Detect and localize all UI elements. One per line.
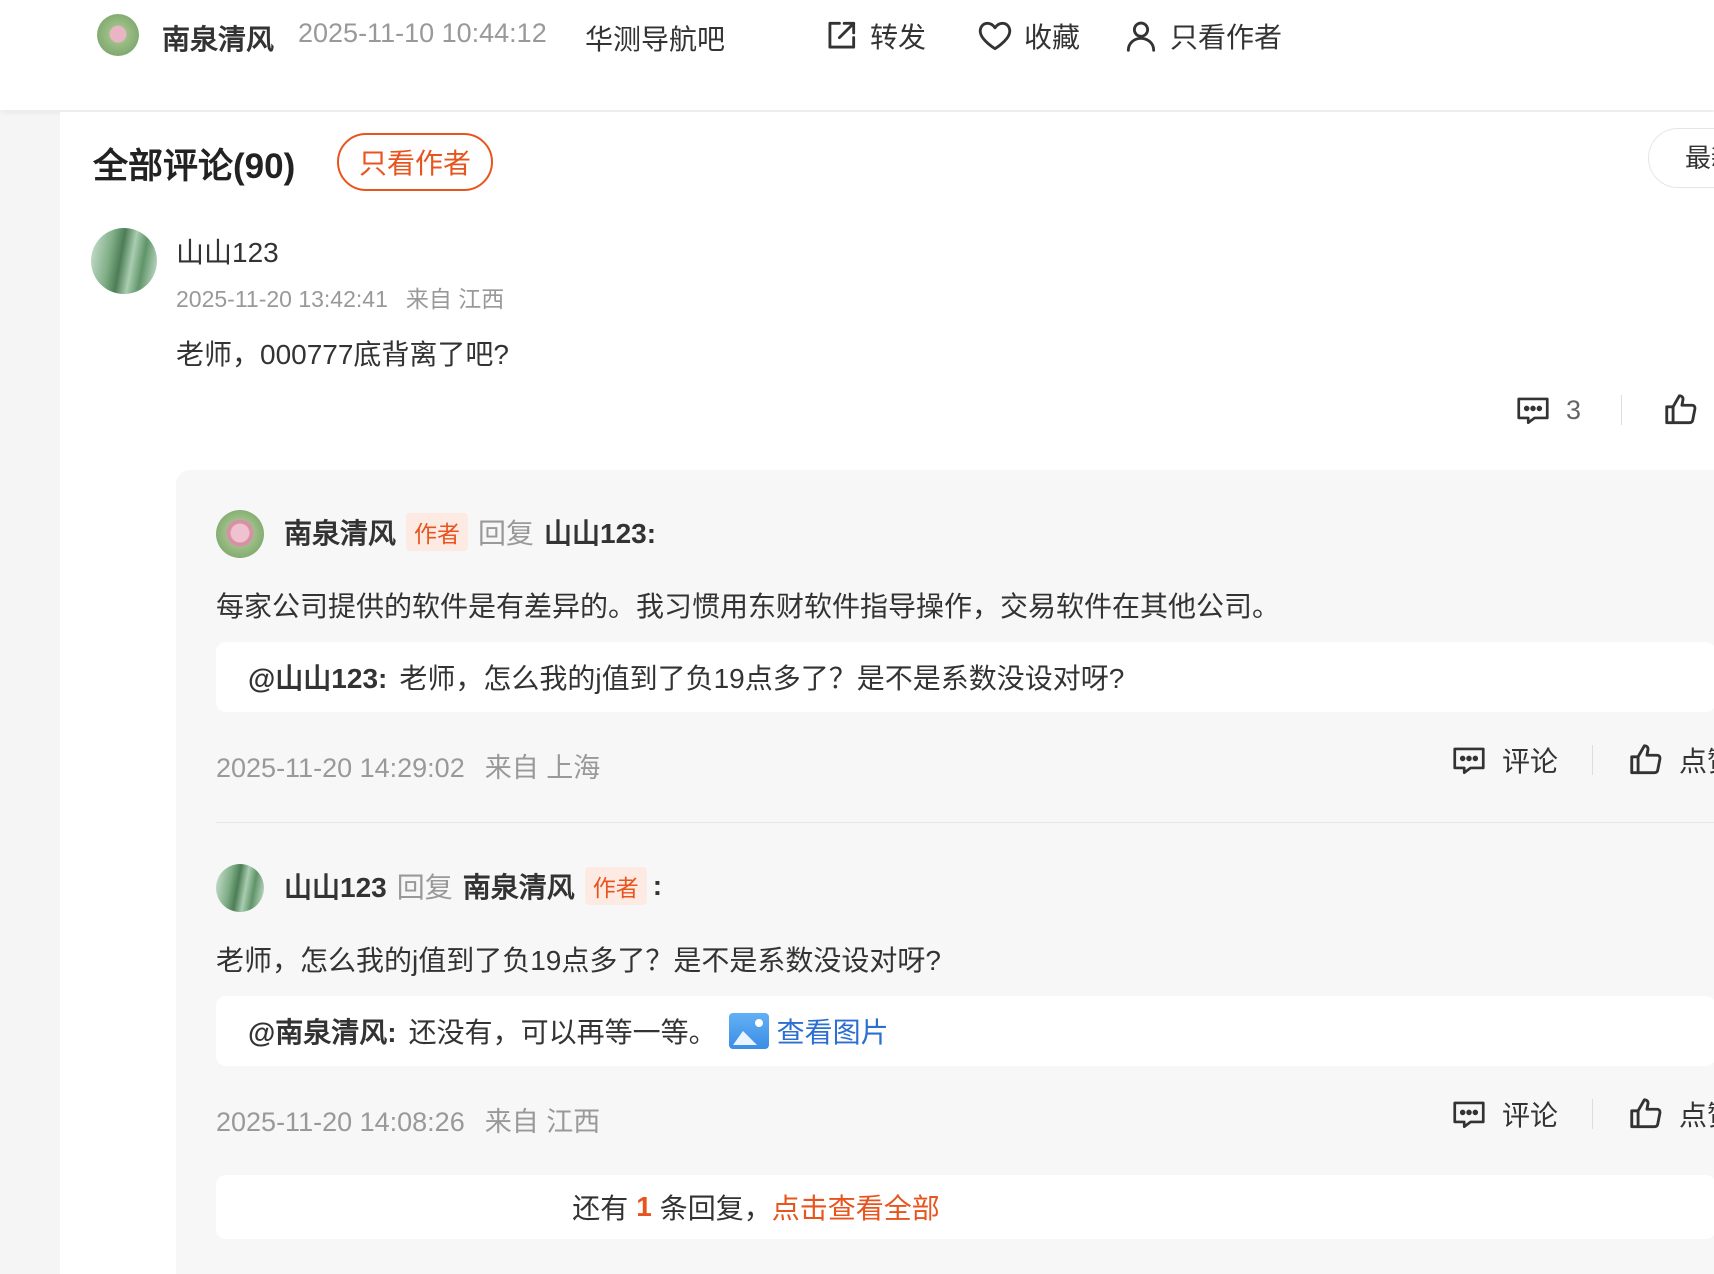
post-author-name[interactable]: 南泉清风 bbox=[162, 18, 274, 58]
more-replies-count: 1 bbox=[636, 1191, 652, 1222]
reply-avatar[interactable] bbox=[216, 864, 264, 912]
action-divider bbox=[1621, 395, 1623, 425]
reply-word: 回复 bbox=[396, 872, 453, 903]
user-icon bbox=[1122, 17, 1160, 55]
quote-mention[interactable]: @山山123: bbox=[248, 657, 387, 697]
favorite-button[interactable]: 收藏 bbox=[976, 14, 1080, 58]
post-datetime: 2025-11-10 10:44:12 bbox=[298, 18, 547, 48]
comments-title: 全部评论(90) bbox=[93, 147, 296, 186]
reply-target-name[interactable]: 山山123: bbox=[544, 512, 656, 552]
comment-text: 老师，000777底背离了吧? bbox=[176, 339, 510, 370]
more-replies-suffix: 条回复， bbox=[659, 1193, 772, 1224]
share-icon bbox=[822, 17, 860, 55]
thumbs-up-icon bbox=[1627, 1095, 1665, 1133]
reply-divider bbox=[216, 822, 1714, 823]
reply-comment-label: 评论 bbox=[1502, 1100, 1559, 1131]
reply-like-label: 点赞 bbox=[1679, 746, 1714, 777]
reply-count: 3 bbox=[1566, 394, 1582, 425]
share-button[interactable]: 转发 bbox=[822, 14, 926, 58]
commenter-avatar[interactable] bbox=[91, 228, 157, 294]
reply-like-button[interactable]: 点赞 bbox=[1627, 1094, 1714, 1134]
bar-name-link[interactable]: 华测导航吧 bbox=[585, 18, 725, 58]
view-all-replies-link[interactable]: 点击查看全部 bbox=[772, 1187, 940, 1227]
reply-location: 来自 上海 bbox=[484, 753, 601, 783]
sort-dropdown[interactable]: 最新 bbox=[1648, 128, 1714, 188]
thumbs-up-icon bbox=[1627, 741, 1665, 779]
reply-target-name[interactable]: 南泉清风 bbox=[463, 866, 575, 906]
comment-reply-button[interactable]: 3 bbox=[1514, 391, 1581, 429]
image-icon bbox=[728, 1013, 769, 1049]
reply-comment-button[interactable]: 评论 bbox=[1450, 740, 1558, 780]
quote-mention[interactable]: @南泉清风: bbox=[248, 1011, 397, 1051]
favorite-label: 收藏 bbox=[1024, 22, 1081, 53]
comment-bubble-icon bbox=[1450, 1095, 1488, 1133]
reply-actions: 评论 点赞 bbox=[1450, 1094, 1714, 1134]
quote-text: 还没有，可以再等一等。 bbox=[408, 1017, 717, 1048]
post-header-bar: 南泉清风 2025-11-10 10:44:12 华测导航吧 转发 收藏 只看作… bbox=[0, 0, 1714, 110]
reply-datetime: 2025-11-20 14:08:26 bbox=[216, 1107, 465, 1137]
reply-avatar[interactable] bbox=[216, 510, 264, 558]
view-image-link[interactable]: 查看图片 bbox=[728, 1011, 889, 1051]
action-divider bbox=[1592, 745, 1594, 775]
author-only-label: 只看作者 bbox=[1170, 22, 1283, 53]
view-image-label: 查看图片 bbox=[776, 1017, 889, 1048]
author-only-toggle[interactable]: 只看作者 bbox=[1122, 14, 1282, 58]
reply-comment-button[interactable]: 评论 bbox=[1450, 1094, 1558, 1134]
comment-bubble-icon bbox=[1514, 391, 1552, 429]
quoted-reply: @南泉清风: 还没有，可以再等一等。 查看图片 bbox=[216, 996, 1714, 1066]
quote-text: 老师，怎么我的j值到了负19点多了？是不是系数没设对呀? bbox=[399, 663, 1125, 694]
reply-header: 南泉清风 作者 回复 山山123: bbox=[284, 512, 656, 552]
comment-meta: 2025-11-20 13:42:41 来自 江西 bbox=[176, 280, 504, 314]
commenter-name[interactable]: 山山123 bbox=[176, 231, 279, 271]
comment-location: 来自 江西 bbox=[405, 286, 505, 312]
author-avatar[interactable] bbox=[97, 14, 139, 56]
reply-author-name[interactable]: 山山123 bbox=[284, 866, 387, 906]
reply-header: 山山123 回复 南泉清风 作者 : bbox=[284, 866, 662, 906]
reply-comment-label: 评论 bbox=[1502, 746, 1559, 777]
comment-bubble-icon bbox=[1450, 741, 1488, 779]
like-button[interactable] bbox=[1662, 391, 1700, 429]
author-badge: 作者 bbox=[406, 513, 469, 551]
share-label: 转发 bbox=[870, 22, 927, 53]
reply-text: 老师，怎么我的j值到了负19点多了？是不是系数没设对呀? bbox=[216, 945, 941, 976]
filter-author-only-button[interactable]: 只看作者 bbox=[337, 133, 493, 191]
reply-actions: 评论 点赞 bbox=[1450, 740, 1714, 780]
thumbs-up-icon bbox=[1662, 391, 1700, 429]
reply-like-label: 点赞 bbox=[1679, 1100, 1714, 1131]
quoted-reply: @山山123: 老师，怎么我的j值到了负19点多了？是不是系数没设对呀? bbox=[216, 642, 1714, 712]
reply-datetime: 2025-11-20 14:29:02 bbox=[216, 753, 465, 783]
heart-icon bbox=[976, 17, 1014, 55]
more-replies-bar: 还有 1 条回复， 点击查看全部 bbox=[216, 1175, 1714, 1239]
comment-datetime: 2025-11-20 13:42:41 bbox=[176, 286, 388, 312]
reply-text: 每家公司提供的软件是有差异的。我习惯用东财软件指导操作，交易软件在其他公司。 bbox=[216, 591, 1281, 622]
reply-word: 回复 bbox=[478, 518, 535, 549]
reply-author-name[interactable]: 南泉清风 bbox=[284, 512, 396, 552]
reply-like-button[interactable]: 点赞 bbox=[1627, 740, 1714, 780]
action-divider bbox=[1592, 1099, 1594, 1129]
reply-meta: 2025-11-20 14:29:02 来自 上海 bbox=[216, 746, 600, 785]
comment-actions: 3 bbox=[1514, 388, 1700, 432]
more-replies-prefix: 还有 bbox=[572, 1193, 629, 1224]
reply-location: 来自 江西 bbox=[484, 1107, 601, 1137]
reply-colon: : bbox=[652, 870, 663, 901]
reply-meta: 2025-11-20 14:08:26 来自 江西 bbox=[216, 1100, 600, 1139]
author-badge: 作者 bbox=[584, 867, 647, 905]
